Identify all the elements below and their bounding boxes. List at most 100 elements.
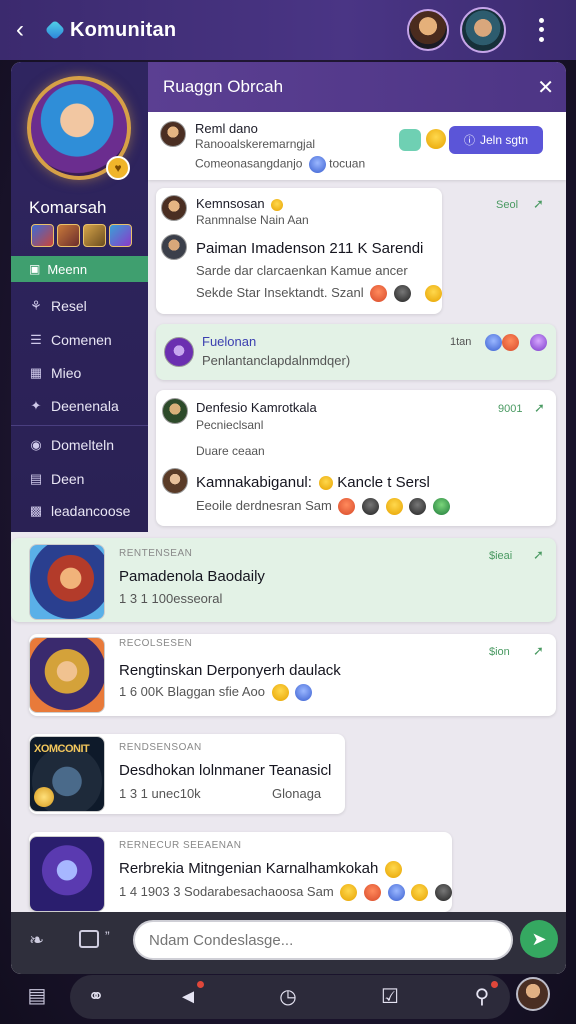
emoji-icon xyxy=(319,476,334,491)
member-thumb[interactable] xyxy=(83,224,106,247)
join-button[interactable]: ⓘ Jeln sgtn xyxy=(449,126,543,154)
pinned-line2-tail: tocuan xyxy=(329,156,366,171)
message-line-text: Eeoile derdnesran Sam xyxy=(196,498,332,513)
app-logo-icon xyxy=(44,19,66,41)
read-tick-icon: ➚ xyxy=(533,196,544,211)
emoji-icon xyxy=(424,285,442,303)
member-thumb[interactable] xyxy=(31,224,54,247)
read-tick-icon: ➚ xyxy=(533,547,544,562)
emoji-icon xyxy=(340,884,358,902)
emoji-icon xyxy=(338,498,356,516)
emoji-icon xyxy=(393,285,411,303)
sticker-icon[interactable]: ❧ xyxy=(29,930,44,951)
emoji-icon xyxy=(530,334,547,351)
member-thumb[interactable] xyxy=(57,224,80,247)
avatar xyxy=(161,195,187,221)
member-thumb[interactable] xyxy=(109,224,132,247)
pinned-line2: Comeonasangdanjo tocuan xyxy=(195,156,365,173)
send-button[interactable]: ➤ xyxy=(520,920,558,958)
message-card[interactable]: Denfesio Kamrotkala Pecnieclsanl Duare c… xyxy=(156,390,556,526)
pinned-card[interactable]: Reml dano Ranooalskeremarngjal Comeonasa… xyxy=(148,112,566,180)
app-title: Komunitan xyxy=(70,18,177,41)
member-thumbnails xyxy=(31,224,132,247)
sidebar-item-deen[interactable]: ▤ Deen xyxy=(29,471,85,487)
badge-icon: ♥ xyxy=(106,156,130,180)
reaction-icon[interactable] xyxy=(399,129,421,151)
game-list-item[interactable]: XOMCONIT RENDSENSOAN Desdhokan lolnmaner… xyxy=(29,734,345,814)
pinned-line2-text: Comeonasangdanjo xyxy=(195,156,303,171)
avatar xyxy=(162,398,188,424)
avatar[interactable] xyxy=(407,9,449,51)
group-icon: ⚘ xyxy=(30,298,42,313)
message-time: Seol xyxy=(496,199,519,211)
sidebar-item-domelteln[interactable]: ◉ Domelteln xyxy=(29,437,114,453)
pinned-line1: Ranooalskeremarngjal xyxy=(195,137,316,151)
game-sub-text: 1 6 00K Blaggan sfie Aoo xyxy=(119,684,266,699)
read-tick-icon: ➚ xyxy=(534,400,545,415)
sidebar-item-label: Mieo xyxy=(51,365,82,381)
more-icon[interactable]: ” xyxy=(105,928,110,944)
sidebar-item-deenenala[interactable]: ✦ Deenenala xyxy=(29,398,119,414)
game-title: Desdhokan lolnmaner Teanasicl xyxy=(119,762,332,779)
message-card[interactable]: Fuelonan Penlantanclapdalnmdqer) 1tan xyxy=(156,324,556,380)
divider xyxy=(11,425,148,426)
game-list-item[interactable]: RERNECUR SEEAENAN Rerbrekia Mitngenian K… xyxy=(29,832,452,912)
bookmark-icon[interactable]: ☑ xyxy=(376,983,404,1011)
megaphone-icon[interactable]: ◄ xyxy=(174,981,204,1011)
close-icon[interactable]: ✕ xyxy=(537,75,554,100)
emoji-icon xyxy=(434,884,452,902)
nav-pill: ⚭ ◄ ◷ ☑ ⚲ xyxy=(70,975,510,1019)
profile-avatar[interactable] xyxy=(516,977,550,1011)
game-title-text: Rerbrekia Mitngenian Karnalhamkokah xyxy=(119,860,379,877)
user-icon[interactable]: ⚲ xyxy=(468,981,498,1011)
bottom-nav: ▤ ⚭ ◄ ◷ ☑ ⚲ xyxy=(0,975,576,1024)
message-line: Eeoile derdnesran Sam xyxy=(196,498,450,516)
game-list-item[interactable]: RENTENSEAN Pamadenola Baodaily 1 3 1 100… xyxy=(11,538,556,622)
game-extra: Glonaga xyxy=(272,786,322,801)
clock-icon[interactable]: ◷ xyxy=(274,983,302,1011)
message-input[interactable] xyxy=(133,920,513,960)
game-sub: 1 4 1903 3 Sodarabesachaoosa Sam xyxy=(119,884,452,902)
sidebar-item-leadancoose[interactable]: ▩ leadancoose xyxy=(29,503,131,519)
profile-avatar[interactable] xyxy=(460,7,506,53)
chat-icon: ◉ xyxy=(30,437,42,452)
sidebar-item-label: leadancoose xyxy=(51,503,131,519)
message-main: Kamnakabiganul: Kancle t Sersl xyxy=(196,474,430,491)
attach-icon[interactable] xyxy=(79,930,99,948)
message-line-text: Sekde Star Insektandt. Szanl xyxy=(196,285,364,300)
game-list-item[interactable]: RECOLSESEN Rengtinskan Derponyerh daulac… xyxy=(29,634,556,716)
compass-icon[interactable]: ⚭ xyxy=(82,983,110,1011)
smile-emoji-icon[interactable] xyxy=(426,129,446,149)
sidebar-title: Komarsah xyxy=(29,198,107,217)
message-sub: Penlantanclapdalnmdqer) xyxy=(202,353,351,368)
back-arrow-icon[interactable]: ‹ xyxy=(16,16,42,44)
emoji-icon xyxy=(385,860,403,878)
emoji-icon xyxy=(271,198,284,211)
sidebar-item-label: Comenen xyxy=(51,332,112,348)
menu-icon[interactable]: ▤ xyxy=(22,981,52,1011)
message-time: 1tan xyxy=(450,336,472,348)
star-icon: ✦ xyxy=(30,398,42,413)
avatar xyxy=(160,121,186,147)
home-icon: ▣ xyxy=(29,262,41,276)
coin-icon xyxy=(34,787,54,807)
game-tag: RENTENSEAN xyxy=(119,548,193,559)
avatar xyxy=(161,234,187,260)
game-sub-text: 1 4 1903 3 Sodarabesachaoosa Sam xyxy=(119,884,334,899)
emoji-icon xyxy=(502,334,519,351)
panel-title: Ruaggn Obrcah xyxy=(163,77,284,96)
message-composer: ❧ ” ➤ xyxy=(11,912,566,974)
message-card[interactable]: Kemnsosan Ranmnalse Nain Aan Paiman Imad… xyxy=(156,188,442,314)
game-title: Rengtinskan Derponyerh daulack xyxy=(119,662,341,679)
game-sub: 1 3 1 unec10k xyxy=(119,786,201,801)
more-menu-icon[interactable] xyxy=(532,16,550,44)
emoji-icon xyxy=(411,884,429,902)
emoji-icon xyxy=(370,285,388,303)
game-title: Pamadenola Baodaily xyxy=(119,568,265,585)
message-main-tail: Kancle t Sersl xyxy=(337,474,430,491)
sidebar-item-mieo[interactable]: ▦ Mieo xyxy=(29,365,82,381)
sidebar-item-resel[interactable]: ⚘ Resel xyxy=(29,298,87,314)
game-thumbnail: XOMCONIT xyxy=(29,736,105,812)
sidebar-item-comenen[interactable]: ☰ Comenen xyxy=(29,332,112,348)
sidebar-item-active[interactable]: ▣ Meenn xyxy=(11,256,148,282)
